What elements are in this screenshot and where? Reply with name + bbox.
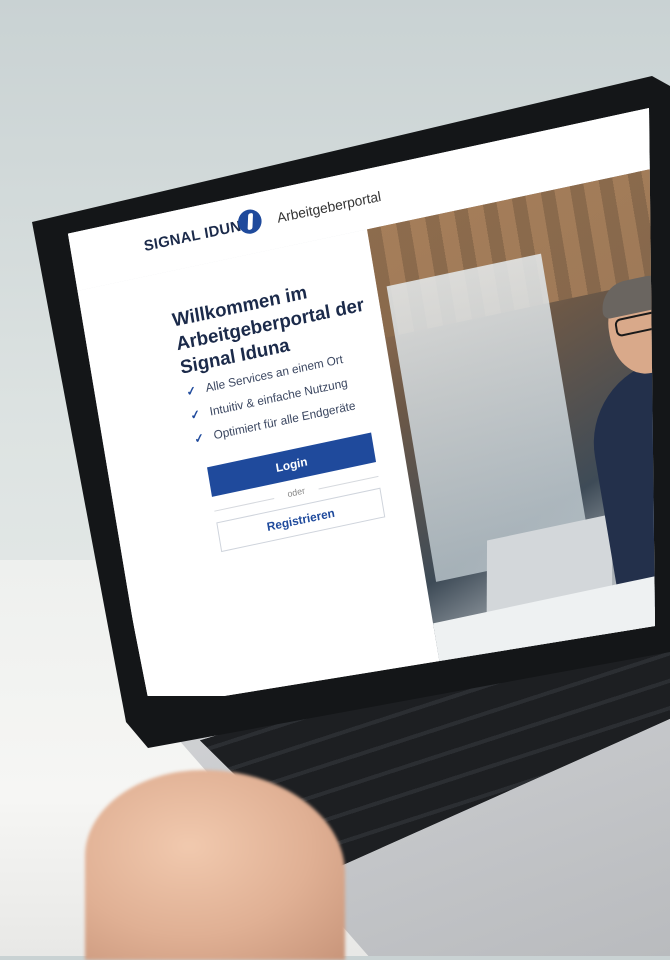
laptop-screen: SIGNAL IDUNA Arbeitgeberportal Willkomme… [57,108,655,696]
check-icon: ✓ [189,406,202,423]
portal-name: Arbeitgeberportal [275,187,383,226]
brand-logo-text[interactable]: SIGNAL IDUNA [143,215,254,255]
web-page: SIGNAL IDUNA Arbeitgeberportal Willkomme… [65,108,655,696]
register-button[interactable]: Registrieren [216,487,386,553]
check-icon: ✓ [193,430,206,447]
check-icon: ✓ [185,383,198,400]
